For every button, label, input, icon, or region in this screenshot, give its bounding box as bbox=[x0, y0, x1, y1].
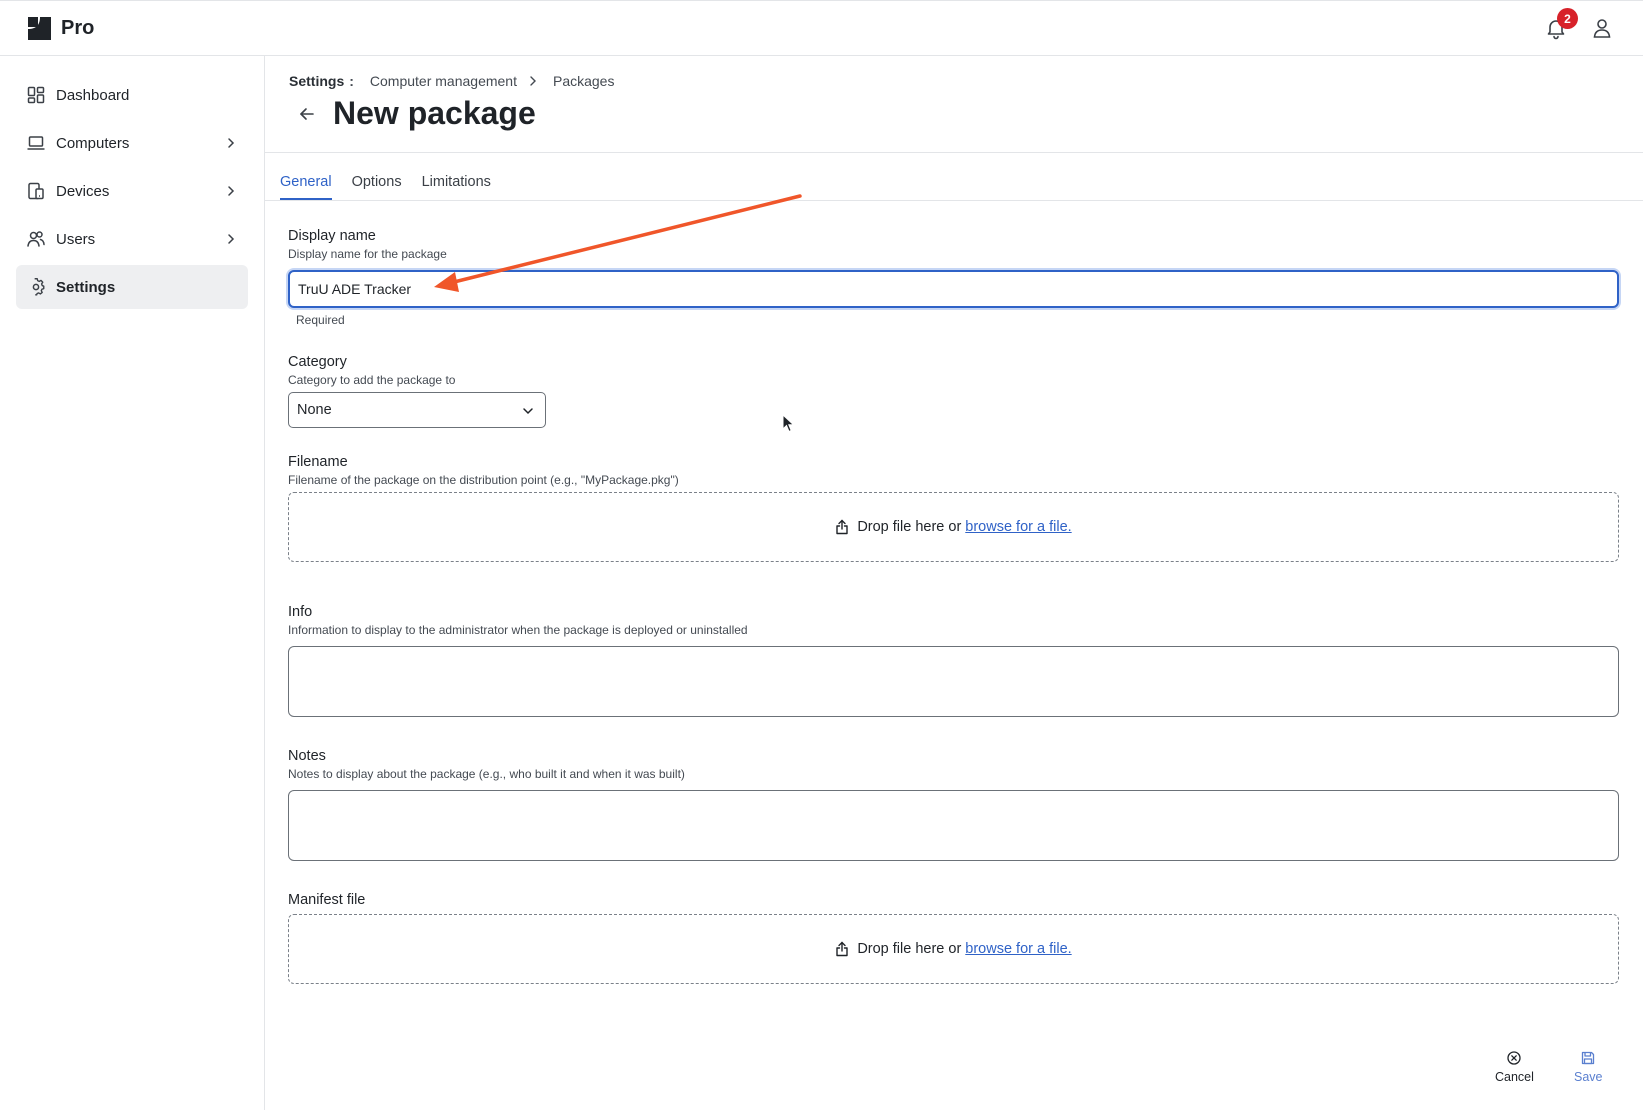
page-title: New package bbox=[333, 95, 536, 131]
manifest-dropzone[interactable]: Drop file here or browse for a file. bbox=[288, 914, 1619, 984]
breadcrumb: Settings : Computer management Packages bbox=[289, 73, 614, 89]
category-label: Category bbox=[288, 354, 347, 370]
sidebar-item-users[interactable]: Users bbox=[16, 217, 248, 261]
sidebar-item-label: Dashboard bbox=[56, 86, 130, 104]
manifest-browse-link[interactable]: browse for a file. bbox=[965, 941, 1071, 957]
gear-icon bbox=[32, 278, 45, 296]
filename-browse-link[interactable]: browse for a file. bbox=[965, 519, 1071, 535]
devices-icon bbox=[28, 182, 44, 200]
notes-textarea[interactable] bbox=[288, 790, 1619, 861]
display-name-required-hint: Required bbox=[296, 313, 345, 327]
display-name-help: Display name for the package bbox=[288, 247, 447, 261]
brand-name: Pro bbox=[61, 17, 95, 39]
save-icon bbox=[1582, 1051, 1595, 1065]
cancel-label: Cancel bbox=[1495, 1070, 1534, 1084]
brand-logo-icon bbox=[28, 17, 51, 40]
chevron-right-icon bbox=[530, 76, 536, 86]
sidebar-item-label: Devices bbox=[56, 182, 110, 200]
breadcrumb-colon: : bbox=[349, 73, 354, 89]
back-arrow-icon[interactable] bbox=[297, 104, 317, 124]
category-select-value: None bbox=[297, 402, 332, 418]
filename-label: Filename bbox=[288, 454, 348, 470]
filename-help: Filename of the package on the distribut… bbox=[288, 473, 679, 487]
header-divider bbox=[265, 152, 1643, 153]
tabs-divider bbox=[265, 200, 1643, 201]
category-select[interactable]: None bbox=[288, 392, 546, 428]
brand[interactable]: Pro bbox=[26, 15, 94, 42]
sidebar-item-label: Computers bbox=[56, 134, 130, 152]
manifest-label: Manifest file bbox=[288, 892, 366, 908]
manifest-drop-text: Drop file here or bbox=[857, 941, 962, 957]
tab-bar: General Options Limitations bbox=[280, 170, 511, 200]
sidebar-item-dashboard[interactable]: Dashboard bbox=[16, 73, 248, 117]
save-label: Save bbox=[1574, 1070, 1603, 1084]
sidebar-item-devices[interactable]: Devices bbox=[16, 169, 248, 213]
top-bar: Pro 2 bbox=[0, 0, 1643, 56]
sidebar-item-label: Settings bbox=[56, 278, 116, 296]
filename-drop-text: Drop file here or bbox=[857, 519, 962, 535]
tab-general[interactable]: General bbox=[280, 170, 332, 200]
laptop-icon bbox=[27, 136, 45, 150]
upload-icon bbox=[836, 941, 849, 957]
breadcrumb-root[interactable]: Settings bbox=[289, 73, 344, 89]
chevron-right-icon bbox=[228, 186, 235, 196]
breadcrumb-computer-management[interactable]: Computer management bbox=[370, 73, 517, 89]
breadcrumb-packages[interactable]: Packages bbox=[553, 73, 614, 89]
sidebar-item-settings[interactable]: Settings bbox=[16, 265, 248, 309]
info-label: Info bbox=[288, 604, 313, 620]
display-name-input[interactable] bbox=[288, 270, 1619, 308]
cancel-circle-icon bbox=[1507, 1051, 1522, 1065]
tab-limitations[interactable]: Limitations bbox=[422, 170, 491, 200]
sidebar: Dashboard Computers Devices Users Settin… bbox=[0, 56, 265, 1110]
sidebar-item-label: Users bbox=[56, 230, 96, 248]
info-help: Information to display to the administra… bbox=[288, 623, 748, 637]
upload-icon bbox=[836, 519, 849, 535]
cancel-button[interactable]: Cancel bbox=[1495, 1050, 1534, 1084]
notes-help: Notes to display about the package (e.g.… bbox=[288, 767, 685, 781]
chevron-down-icon bbox=[523, 408, 533, 415]
info-textarea[interactable] bbox=[288, 646, 1619, 717]
users-icon bbox=[27, 231, 45, 247]
category-help: Category to add the package to bbox=[288, 373, 456, 387]
notes-label: Notes bbox=[288, 748, 326, 764]
save-button[interactable]: Save bbox=[1574, 1050, 1603, 1084]
chevron-right-icon bbox=[228, 234, 235, 244]
dashboard-icon bbox=[27, 86, 45, 104]
user-icon[interactable] bbox=[1590, 16, 1614, 40]
sidebar-item-computers[interactable]: Computers bbox=[16, 121, 248, 165]
display-name-label: Display name bbox=[288, 228, 376, 244]
tab-options[interactable]: Options bbox=[352, 170, 402, 200]
mouse-cursor-icon bbox=[782, 414, 795, 433]
notification-badge: 2 bbox=[1557, 8, 1578, 29]
chevron-right-icon bbox=[228, 138, 235, 148]
filename-dropzone[interactable]: Drop file here or browse for a file. bbox=[288, 492, 1619, 562]
